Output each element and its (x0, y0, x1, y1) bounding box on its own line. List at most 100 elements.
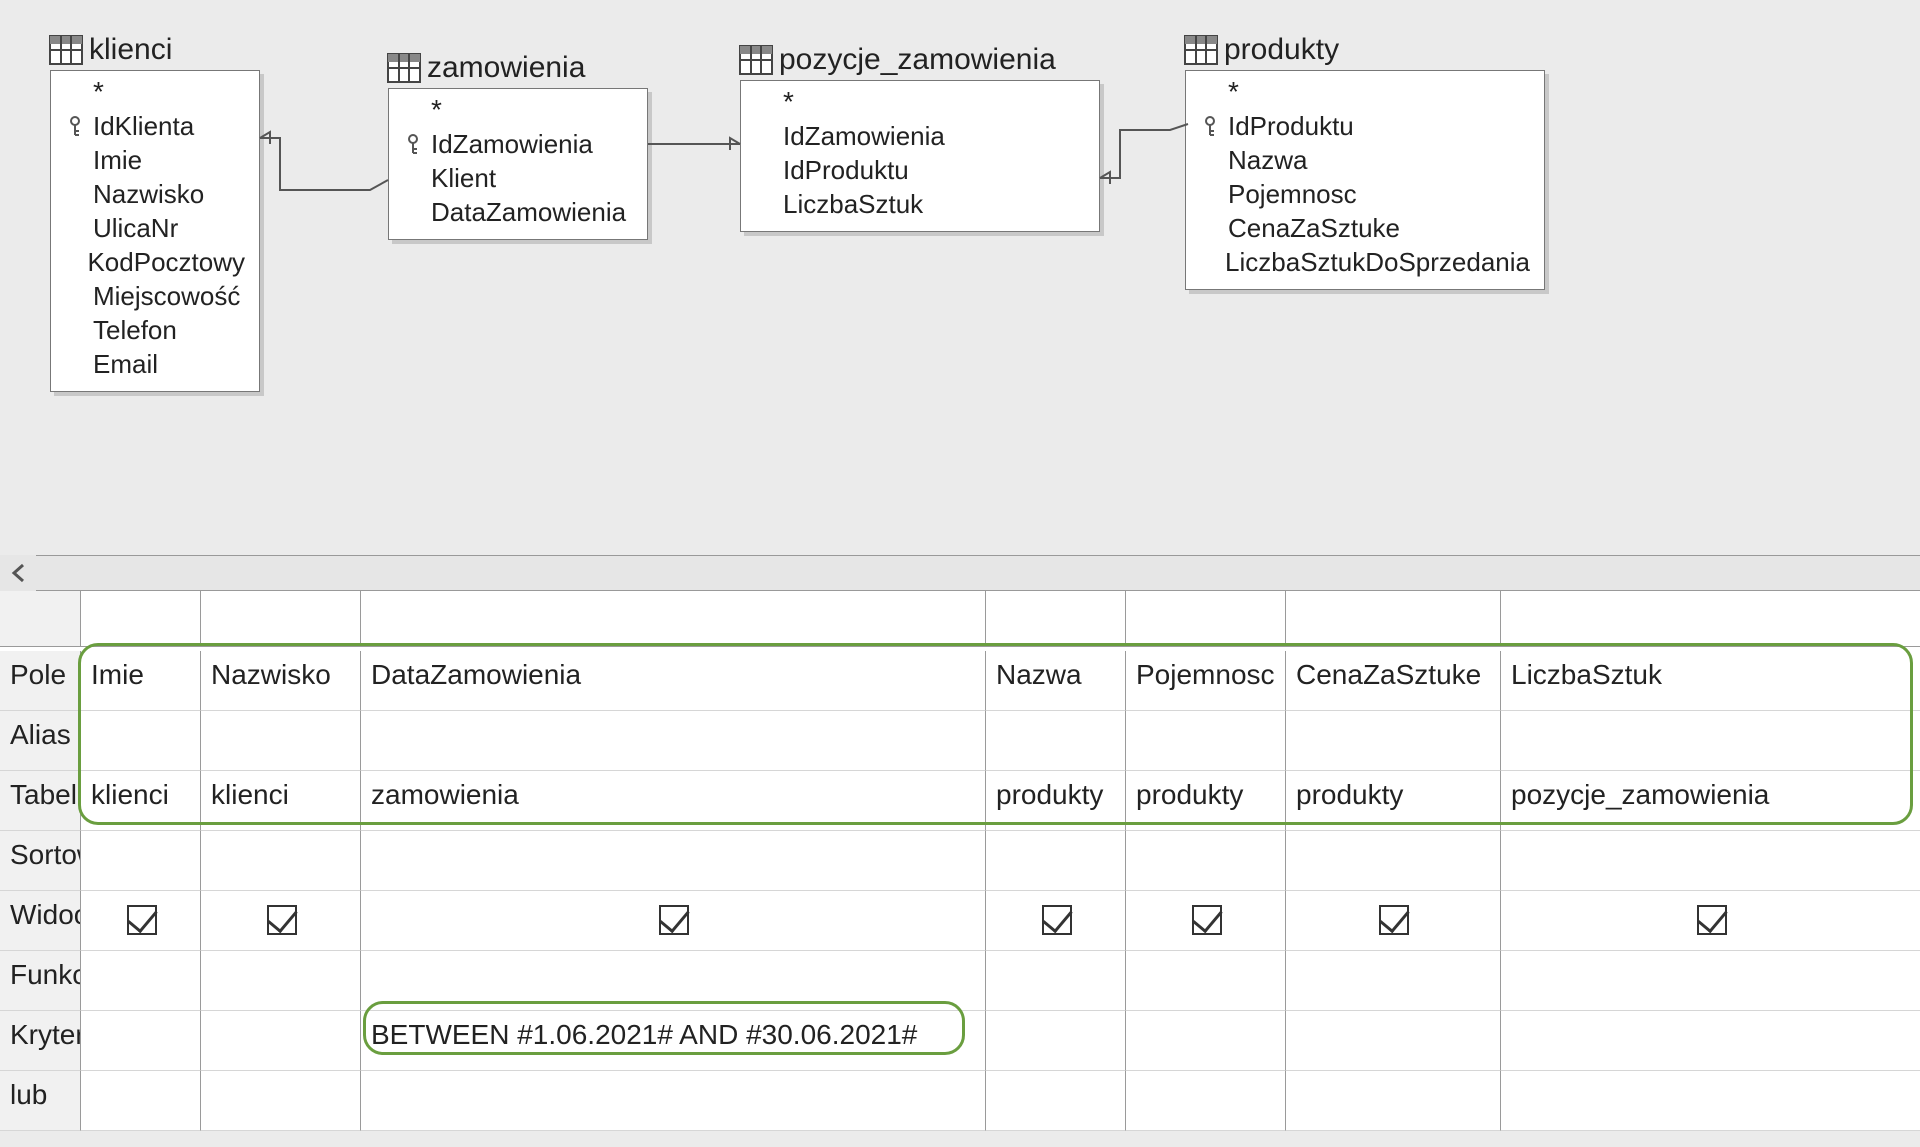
cell-pole[interactable]: LiczbaSztuk (1500, 651, 1920, 711)
cell-funkcja[interactable] (360, 951, 985, 1011)
cell-kryterium[interactable] (1285, 1011, 1500, 1071)
cell-sortowanie[interactable] (985, 831, 1125, 891)
cell-funkcja[interactable] (985, 951, 1125, 1011)
cell-alias[interactable] (1500, 711, 1920, 771)
field-klient[interactable]: Klient (389, 161, 647, 195)
table-icon (49, 35, 83, 65)
field-ulicanr[interactable]: UlicaNr (51, 211, 259, 245)
cell-widoczny[interactable] (985, 891, 1125, 951)
field-pojemnosc[interactable]: Pojemnosc (1186, 177, 1544, 211)
horizontal-scrollbar[interactable] (0, 555, 1920, 591)
field-star[interactable]: * (389, 93, 647, 127)
cell-funkcja[interactable] (1285, 951, 1500, 1011)
field-idzamowienia[interactable]: IdZamowienia (389, 127, 647, 161)
cell-pole[interactable]: CenaZaSztuke (1285, 651, 1500, 711)
field-list: * IdZamowienia IdProduktu LiczbaSztuk (741, 81, 1099, 231)
cell-tabela[interactable]: produkty (1285, 771, 1500, 831)
field-nazwisko[interactable]: Nazwisko (51, 177, 259, 211)
field-liczbasztukdosprzedania[interactable]: LiczbaSztukDoSprzedania (1186, 245, 1544, 279)
cell-sortowanie[interactable] (1500, 831, 1920, 891)
cell-sortowanie[interactable] (360, 831, 985, 891)
cell-funkcja[interactable] (1500, 951, 1920, 1011)
cell-alias[interactable] (200, 711, 360, 771)
cell-pole[interactable]: Nazwisko (200, 651, 360, 711)
cell-widoczny[interactable] (1285, 891, 1500, 951)
cell-lub[interactable] (1500, 1071, 1920, 1131)
cell-sortowanie[interactable] (80, 831, 200, 891)
cell-kryterium[interactable]: BETWEEN #1.06.2021# AND #30.06.2021# (360, 1011, 985, 1071)
cell-pole[interactable]: DataZamowienia (360, 651, 985, 711)
field-list: * IdProduktu Nazwa Pojemnosc CenaZaSztuk… (1186, 71, 1544, 289)
cell-sortowanie[interactable] (1285, 831, 1500, 891)
cell-lub[interactable] (985, 1071, 1125, 1131)
cell-funkcja[interactable] (200, 951, 360, 1011)
cell-tabela[interactable]: zamowienia (360, 771, 985, 831)
cell-tabela[interactable]: klienci (200, 771, 360, 831)
cell-alias[interactable] (1285, 711, 1500, 771)
table-klienci[interactable]: klienci * IdKlienta Imie Nazwisko UlicaN… (50, 70, 260, 392)
cell-kryterium[interactable] (985, 1011, 1125, 1071)
cell-tabela[interactable]: produkty (1125, 771, 1285, 831)
key-icon (1198, 115, 1222, 137)
cell-widoczny[interactable] (1125, 891, 1285, 951)
cell-widoczny[interactable] (1500, 891, 1920, 951)
cell-alias[interactable] (80, 711, 200, 771)
cell-lub[interactable] (1285, 1071, 1500, 1131)
field-nazwa[interactable]: Nazwa (1186, 143, 1544, 177)
scroll-left-button[interactable] (0, 555, 36, 591)
table-produkty[interactable]: produkty * IdProduktu Nazwa Pojemnosc Ce… (1185, 70, 1545, 290)
cell-alias[interactable] (1125, 711, 1285, 771)
field-datazamowienia[interactable]: DataZamowienia (389, 195, 647, 229)
row-header-lub: lub (0, 1071, 80, 1131)
cell-alias[interactable] (985, 711, 1125, 771)
cell-widoczny[interactable] (360, 891, 985, 951)
field-liczbasztuk[interactable]: LiczbaSztuk (741, 187, 1099, 221)
field-cenazasztuke[interactable]: CenaZaSztuke (1186, 211, 1544, 245)
field-star[interactable]: * (741, 85, 1099, 119)
field-idklienta[interactable]: IdKlienta (51, 109, 259, 143)
cell-lub[interactable] (80, 1071, 200, 1131)
field-email[interactable]: Email (51, 347, 259, 381)
cell-pole[interactable]: Imie (80, 651, 200, 711)
cell-pole[interactable]: Pojemnosc (1125, 651, 1285, 711)
cell-widoczny[interactable] (200, 891, 360, 951)
cell-lub[interactable] (360, 1071, 985, 1131)
cell-widoczny[interactable] (80, 891, 200, 951)
cell-tabela[interactable]: produkty (985, 771, 1125, 831)
field-imie[interactable]: Imie (51, 143, 259, 177)
field-idproduktu[interactable]: IdProduktu (1186, 109, 1544, 143)
field-kodpocztowy[interactable]: KodPocztowy (51, 245, 259, 279)
field-idproduktu[interactable]: IdProduktu (741, 153, 1099, 187)
field-miejscowosc[interactable]: Miejscowość (51, 279, 259, 313)
cell-sortowanie[interactable] (200, 831, 360, 891)
cell-kryterium[interactable] (1125, 1011, 1285, 1071)
field-star[interactable]: * (1186, 75, 1544, 109)
row-header-sortowanie: Sortowanie (0, 831, 80, 891)
table-zamowienia[interactable]: zamowienia * IdZamowienia Klient DataZam… (388, 88, 648, 240)
cell-kryterium[interactable] (1500, 1011, 1920, 1071)
grid-column-headers (0, 591, 1920, 647)
field-star[interactable]: * (51, 75, 259, 109)
field-idzamowienia[interactable]: IdZamowienia (741, 119, 1099, 153)
cell-sortowanie[interactable] (1125, 831, 1285, 891)
cell-lub[interactable] (200, 1071, 360, 1131)
query-design-grid[interactable]: Pole Imie Nazwisko DataZamowienia Nazwa … (0, 591, 1920, 1131)
query-design-grid-wrapper: Pole Imie Nazwisko DataZamowienia Nazwa … (0, 591, 1920, 1131)
cell-tabela[interactable]: pozycje_zamowienia (1500, 771, 1920, 831)
checkbox-icon (127, 905, 157, 935)
cell-lub[interactable] (1125, 1071, 1285, 1131)
field-telefon[interactable]: Telefon (51, 313, 259, 347)
cell-kryterium[interactable] (200, 1011, 360, 1071)
cell-tabela[interactable]: klienci (80, 771, 200, 831)
table-pozycje-zamowienia[interactable]: pozycje_zamowienia * IdZamowienia IdProd… (740, 80, 1100, 232)
cell-pole[interactable]: Nazwa (985, 651, 1125, 711)
cell-funkcja[interactable] (1125, 951, 1285, 1011)
cell-funkcja[interactable] (80, 951, 200, 1011)
field-list: * IdZamowienia Klient DataZamowienia (389, 89, 647, 239)
cell-alias[interactable] (360, 711, 985, 771)
row-header-widoczny: Widoczny (0, 891, 80, 951)
cell-kryterium[interactable] (80, 1011, 200, 1071)
table-title: klienci (89, 33, 172, 67)
table-title: pozycje_zamowienia (779, 43, 1056, 77)
table-icon (1184, 35, 1218, 65)
